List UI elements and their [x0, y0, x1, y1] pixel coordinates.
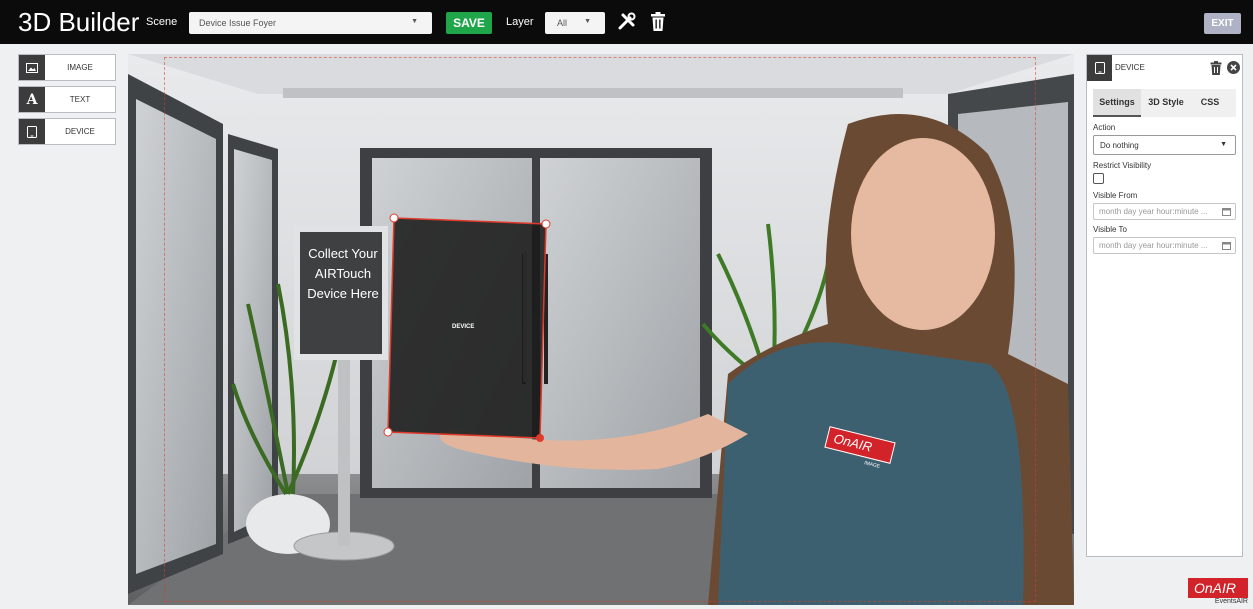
app-title: 3D Builder	[18, 7, 140, 37]
add-image-button[interactable]: IMAGE	[18, 54, 116, 81]
sign-line: Collect Your	[308, 246, 378, 261]
scene-select[interactable]: Device Issue Foyer ▼	[189, 12, 432, 34]
device-icon	[1087, 55, 1112, 81]
tab-3d-style[interactable]: 3D Style	[1141, 89, 1191, 117]
layer-label: Layer	[506, 16, 534, 28]
delete-element-icon[interactable]	[1210, 61, 1222, 75]
sign-line: Device Here	[307, 286, 379, 301]
tools-icon[interactable]	[616, 11, 638, 33]
trash-icon[interactable]	[650, 12, 666, 32]
add-device-label: DEVICE	[65, 127, 95, 136]
resize-handle[interactable]	[389, 213, 399, 223]
action-label: Action	[1093, 123, 1116, 132]
properties-panel: DEVICE Settings 3D Style CSS Action Do n…	[1086, 54, 1243, 557]
chevron-down-icon: ▼	[1220, 141, 1227, 148]
add-text-label: TEXT	[69, 95, 91, 104]
sign-line: AIRTouch	[314, 266, 372, 281]
save-button[interactable]: SAVE	[446, 12, 492, 34]
layer-select-value: All	[557, 18, 568, 28]
visible-to-input[interactable]: month day year hour:minute ...	[1093, 237, 1236, 254]
calendar-icon[interactable]	[1222, 207, 1231, 216]
collect-device-sign: Collect Your AIRTouch Device Here	[304, 244, 382, 304]
close-icon[interactable]	[1227, 61, 1240, 74]
foyer-background	[128, 54, 1074, 605]
exit-button[interactable]: EXIT	[1204, 13, 1241, 34]
tab-settings[interactable]: Settings	[1093, 89, 1141, 117]
chevron-down-icon: ▼	[584, 18, 591, 25]
image-icon	[19, 55, 45, 80]
top-toolbar: 3D Builder Scene Device Issue Foyer ▼ SA…	[0, 0, 1253, 44]
calendar-icon[interactable]	[1222, 241, 1231, 250]
visible-from-label: Visible From	[1093, 191, 1138, 200]
add-text-button[interactable]: A TEXT	[18, 86, 116, 113]
scene-canvas[interactable]: Collect Your AIRTouch Device Here DEVICE…	[128, 54, 1074, 605]
brand-sub-text: EventsAIR	[1214, 598, 1248, 605]
tab-css[interactable]: CSS	[1191, 89, 1229, 117]
device-icon	[19, 119, 45, 144]
device-element-label: DEVICE	[452, 324, 475, 330]
visible-to-label: Visible To	[1093, 225, 1127, 234]
add-device-button[interactable]: DEVICE	[18, 118, 116, 145]
action-select[interactable]: Do nothing ▼	[1093, 135, 1236, 155]
add-image-label: IMAGE	[67, 63, 93, 72]
action-select-value: Do nothing	[1100, 141, 1139, 150]
restrict-visibility-checkbox[interactable]	[1093, 173, 1104, 184]
resize-handle[interactable]	[536, 434, 544, 442]
chevron-down-icon: ▼	[411, 18, 418, 25]
panel-title: DEVICE	[1115, 63, 1145, 72]
scene-label: Scene	[146, 16, 178, 28]
brand-logo-text: OnAIR	[1188, 578, 1248, 598]
visible-from-placeholder: month day year hour:minute ...	[1099, 207, 1208, 216]
restrict-visibility-label: Restrict Visibility	[1093, 161, 1152, 170]
visible-to-placeholder: month day year hour:minute ...	[1099, 241, 1208, 250]
panel-tabs: Settings 3D Style CSS	[1093, 89, 1236, 117]
text-icon: A	[19, 87, 45, 112]
scene-select-value: Device Issue Foyer	[199, 18, 277, 28]
layer-select[interactable]: All ▼	[545, 12, 605, 34]
resize-handle[interactable]	[383, 427, 393, 437]
panel-header: DEVICE	[1087, 55, 1242, 81]
visible-from-input[interactable]: month day year hour:minute ...	[1093, 203, 1236, 220]
onair-logo: OnAIR EventsAIR	[1188, 578, 1248, 606]
resize-handle[interactable]	[541, 219, 551, 229]
